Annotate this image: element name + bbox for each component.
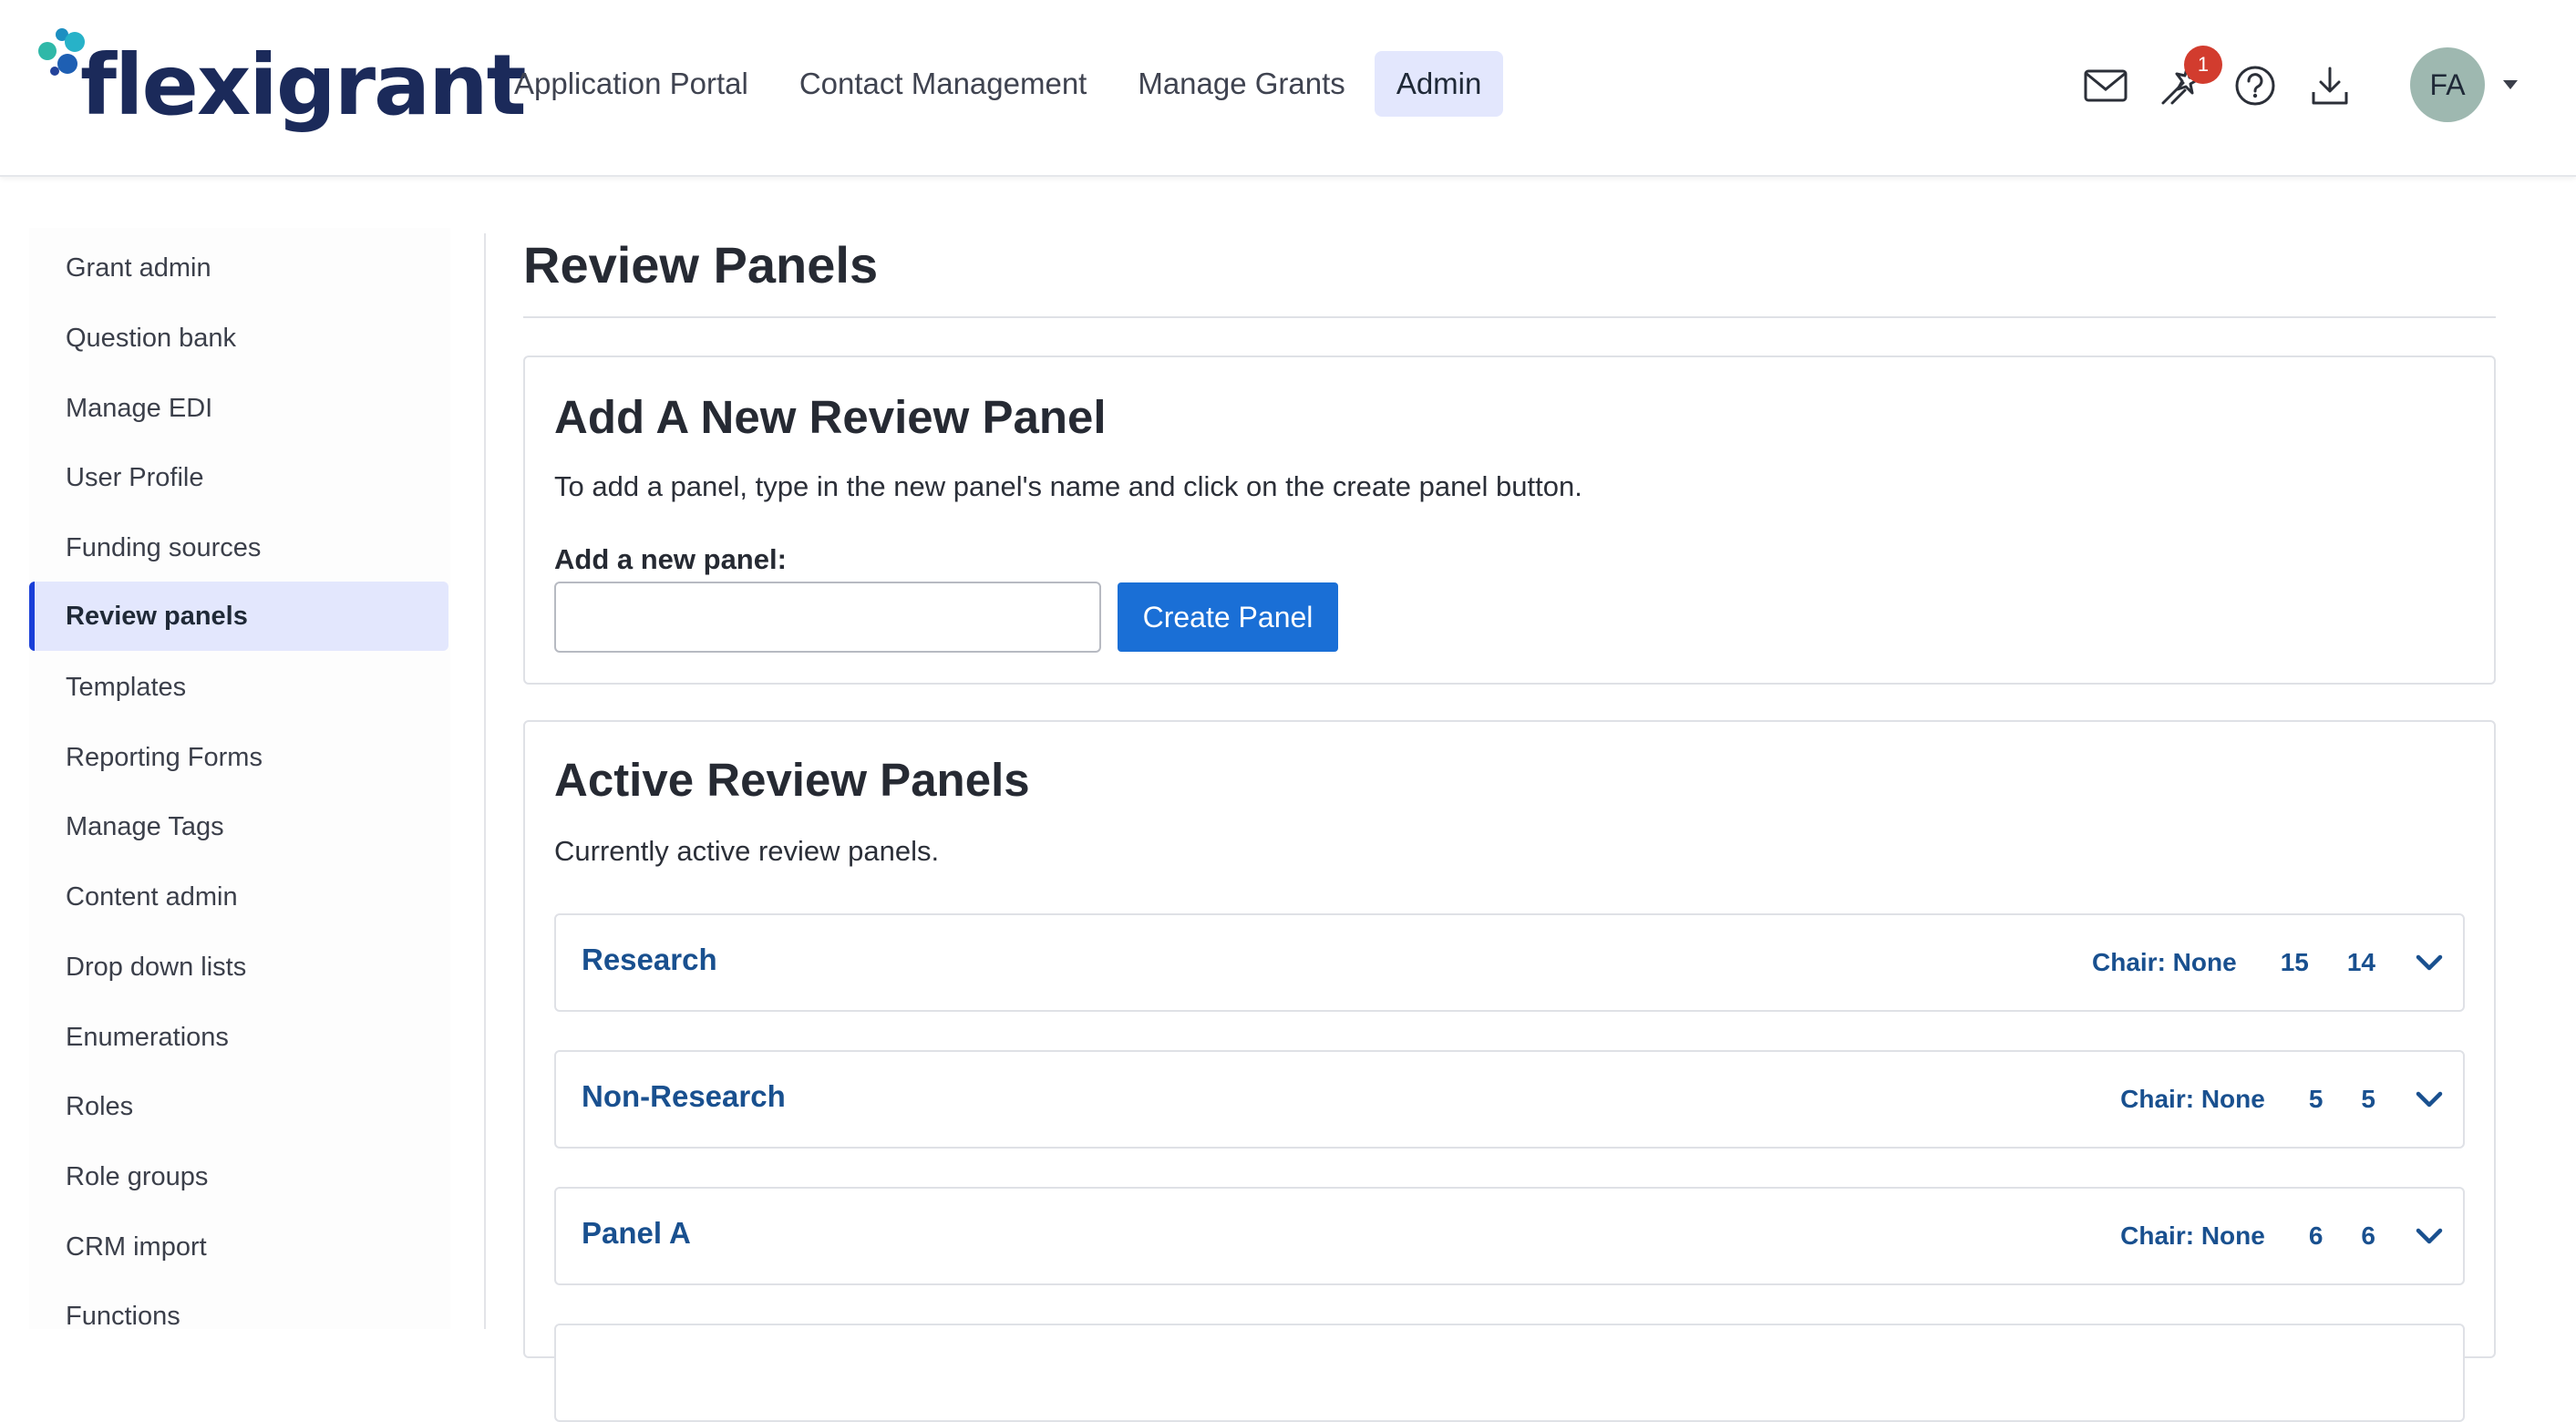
active-panels-description: Currently active review panels. <box>554 835 940 867</box>
caret-down-icon[interactable] <box>2501 78 2519 96</box>
panel-count-a: 5 <box>2308 1085 2324 1113</box>
nav-manage-grants[interactable]: Manage Grants <box>1116 51 1366 117</box>
nav-contact-management[interactable]: Contact Management <box>778 51 1109 117</box>
sidebar-item-functions[interactable]: Functions <box>29 1282 448 1351</box>
magic-wand-icon[interactable]: 1 <box>2153 46 2222 113</box>
sidebar-item-content-admin[interactable]: Content admin <box>29 862 448 932</box>
user-avatar[interactable]: FA <box>2410 47 2485 122</box>
sidebar-item-enumerations[interactable]: Enumerations <box>29 1003 448 1072</box>
panel-count-b: 6 <box>2361 1221 2375 1250</box>
panel-meta: Chair: None 5 5 <box>2120 1052 2445 1147</box>
sidebar-item-user-profile[interactable]: User Profile <box>29 443 448 512</box>
title-divider <box>523 316 2496 318</box>
logo-wordmark: flexigrant <box>80 36 527 134</box>
sidebar-item-templates[interactable]: Templates <box>29 653 448 722</box>
panel-meta: Chair: None 15 14 <box>2092 915 2445 1010</box>
panel-count-b: 14 <box>2346 948 2375 976</box>
sidebar-item-manage-edi[interactable]: Manage EDI <box>29 374 448 443</box>
panel-chair: Chair: None <box>2120 1085 2265 1113</box>
add-panel-description: To add a panel, type in the new panel's … <box>554 470 1582 502</box>
sidebar-item-role-groups[interactable]: Role groups <box>29 1142 448 1211</box>
new-panel-label: Add a new panel: <box>554 543 787 575</box>
panel-name[interactable]: Panel A <box>582 1216 691 1251</box>
nav-admin[interactable]: Admin <box>1374 51 1504 117</box>
page-title: Review Panels <box>523 236 879 294</box>
sidebar-item-review-panels[interactable]: Review panels <box>29 582 448 651</box>
chevron-down-icon[interactable] <box>2414 1084 2445 1115</box>
flexigrant-logo[interactable]: flexigrant <box>36 26 527 153</box>
panel-name[interactable]: Research <box>582 943 717 977</box>
help-icon[interactable] <box>2228 58 2282 113</box>
download-icon[interactable] <box>2303 58 2357 113</box>
new-panel-input[interactable] <box>554 582 1101 653</box>
sidebar-item-roles[interactable]: Roles <box>29 1072 448 1141</box>
active-panels-title: Active Review Panels <box>554 754 1030 806</box>
panel-chair: Chair: None <box>2120 1221 2265 1250</box>
panel-row-non-research[interactable]: Non-Research Chair: None 5 5 <box>554 1050 2465 1149</box>
sidebar-item-grant-admin[interactable]: Grant admin <box>29 233 448 303</box>
sidebar-item-reporting-forms[interactable]: Reporting Forms <box>29 723 448 792</box>
panel-row-next[interactable] <box>554 1324 2465 1422</box>
mail-icon[interactable] <box>2078 58 2133 113</box>
panel-count-b: 5 <box>2361 1085 2375 1113</box>
notification-badge: 1 <box>2184 46 2222 84</box>
header-actions: 1 <box>2078 46 2377 118</box>
sidebar-item-manage-tags[interactable]: Manage Tags <box>29 792 448 861</box>
create-panel-button[interactable]: Create Panel <box>1118 582 1338 652</box>
panel-meta: Chair: None 6 6 <box>2120 1189 2445 1283</box>
sidebar-item-funding-sources[interactable]: Funding sources <box>29 513 448 582</box>
chevron-down-icon[interactable] <box>2414 1221 2445 1252</box>
panel-count-a: 6 <box>2308 1221 2324 1250</box>
sidebar-item-question-bank[interactable]: Question bank <box>29 304 448 373</box>
sidebar-item-crm-import[interactable]: CRM import <box>29 1212 448 1282</box>
sidebar-divider <box>484 233 486 1329</box>
add-panel-title: Add A New Review Panel <box>554 391 1107 443</box>
panel-count-a: 15 <box>2280 948 2309 976</box>
panel-name[interactable]: Non-Research <box>582 1079 786 1114</box>
admin-sidebar: Grant admin Question bank Manage EDI Use… <box>29 228 450 1331</box>
active-panels-card: Active Review Panels Currently active re… <box>523 720 2496 1422</box>
main-nav: Application Portal Contact Management Ma… <box>492 51 1510 117</box>
nav-application-portal[interactable]: Application Portal <box>492 51 770 117</box>
top-header: flexigrant Application Portal Contact Ma… <box>0 0 2576 177</box>
panel-chair: Chair: None <box>2092 948 2237 976</box>
chevron-down-icon[interactable] <box>2414 947 2445 978</box>
panel-row-research[interactable]: Research Chair: None 15 14 <box>554 913 2465 1012</box>
panel-row-panel-a[interactable]: Panel A Chair: None 6 6 <box>554 1187 2465 1285</box>
sidebar-item-drop-down-lists[interactable]: Drop down lists <box>29 933 448 1002</box>
add-panel-card: Add A New Review Panel To add a panel, t… <box>523 356 2496 685</box>
